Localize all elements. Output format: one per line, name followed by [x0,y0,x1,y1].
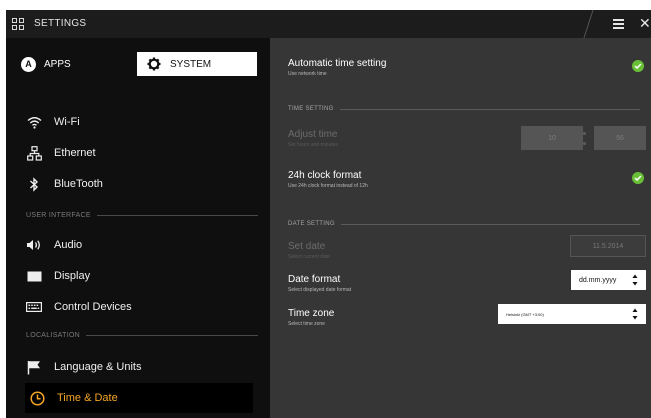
sidebar-item-ethernet[interactable]: Ethernet [26,142,254,164]
settings-panel: Automatic time setting Use network time … [270,38,651,418]
sidebar-item-language-units[interactable]: Language & Units [26,356,254,378]
setting-subtitle: Select displayed date format [288,287,352,293]
section-user-interface: USER INTERFACE [26,210,258,220]
sidebar-item-wifi[interactable]: Wi-Fi [26,111,254,133]
sidebar-item-label: Control Devices [54,301,132,313]
time-separator [583,132,586,135]
window-title: SETTINGS [34,18,87,29]
settings-window: SETTINGS ✕ A APPS SYSTEM Wi-Fi Ethernet … [6,10,651,418]
clock-format-check-icon[interactable] [632,172,644,184]
sidebar-item-bluetooth[interactable]: BlueTooth [26,173,254,195]
title-bar: SETTINGS ✕ [6,10,651,38]
clock-icon [29,390,45,406]
select-arrows-icon [632,274,638,286]
setting-title: Adjust time [288,129,338,140]
tab-system[interactable]: SYSTEM [137,52,257,76]
adjust-time-setting: Adjust time Set hours and minutes [288,129,338,148]
time-zone-value: Helsinki (GMT +3:00) [506,311,544,317]
sidebar-item-label: Language & Units [54,361,142,373]
setting-title: 24h clock format [288,170,362,181]
section-date-setting: DATE SETTING [288,219,640,229]
apps-icon: A [21,56,36,72]
section-label: LOCALISATION [26,331,81,339]
time-zone-select[interactable]: Helsinki (GMT +3:00) [498,304,646,324]
date-format-select[interactable]: dd.mm.yyyy [571,270,646,290]
minutes-input[interactable]: 56 [594,126,646,150]
tab-apps[interactable]: A APPS [19,52,137,76]
setting-subtitle: Set hours and minutes [288,142,339,148]
wifi-icon [26,114,42,130]
sidebar-item-label: Display [54,270,91,282]
hours-input[interactable]: 10 [521,126,583,150]
bluetooth-icon [26,176,42,192]
speaker-icon [26,237,42,253]
date-input[interactable]: 11.5.2014 [570,235,646,257]
tab-apps-label: APPS [44,58,71,70]
setting-title: Automatic time setting [288,58,387,69]
sidebar-item-label: Audio [54,239,83,251]
flag-icon [26,359,42,375]
close-icon[interactable]: ✕ [639,15,651,31]
setting-subtitle: Use 24h clock format instead of 12h [288,183,368,189]
keyboard-icon [26,299,42,315]
tab-bar: A APPS SYSTEM [19,52,257,76]
automatic-time-setting: Automatic time setting Use network time [288,58,386,77]
sidebar-item-label: Wi-Fi [54,116,80,128]
clock-format-setting: 24h clock format Use 24h clock format in… [288,170,368,189]
tab-system-label: SYSTEM [170,58,212,70]
menu-icon[interactable] [613,19,624,29]
set-date-setting: Set date Select current date [288,241,330,260]
sidebar-item-label: Ethernet [54,147,96,159]
date-format-setting: Date format Select displayed date format [288,274,351,293]
ethernet-icon [26,145,42,161]
gear-icon [147,57,161,71]
sidebar: A APPS SYSTEM Wi-Fi Ethernet BlueTooth U… [6,38,270,418]
section-time-setting: TIME SETTING [288,104,640,114]
sidebar-item-control-devices[interactable]: Control Devices [26,296,254,318]
setting-subtitle: Select current date [288,254,330,260]
sidebar-item-label: BlueTooth [54,178,103,190]
section-localisation: LOCALISATION [26,330,258,340]
display-icon [26,268,42,284]
setting-subtitle: Select time zone [288,321,325,327]
sidebar-item-display[interactable]: Display [26,265,254,287]
section-label: DATE SETTING [288,221,335,227]
setting-title: Set date [288,241,326,252]
select-arrows-icon [632,308,638,320]
setting-title: Time zone [288,308,335,319]
settings-grid-icon [12,18,24,30]
sidebar-item-time-date[interactable]: Time & Date [25,383,253,413]
setting-subtitle: Use network time [288,71,327,77]
section-label: TIME SETTING [288,106,334,112]
sidebar-item-label: Time & Date [57,392,118,404]
setting-title: Date format [288,274,341,285]
section-label: USER INTERFACE [26,211,91,219]
automatic-time-check-icon[interactable] [632,60,644,72]
title-bar-divider [583,10,607,38]
date-format-value: dd.mm.yyyy [579,276,617,284]
time-separator [583,142,586,145]
sidebar-item-audio[interactable]: Audio [26,234,254,256]
time-zone-setting: Time zone Select time zone [288,308,334,327]
